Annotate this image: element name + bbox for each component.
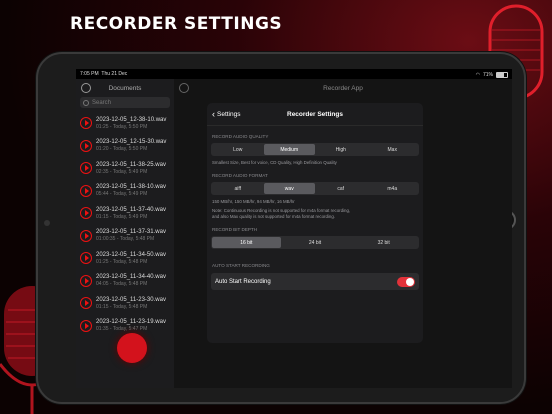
recording-name: 2023-12-05_12-15-30.wav [96,139,167,146]
bitdepth-section-label: RECORD BIT DEPTH [212,227,258,232]
format-option-aiff[interactable]: aiff [212,183,264,194]
battery-percent: 71% [482,72,493,78]
quality-option-max[interactable]: Max [367,144,419,155]
recording-name: 2023-12-05_11-34-50.wav [96,251,166,258]
back-label: Settings [217,110,241,118]
recording-meta: 01:25 - Today, 5:48 PM [96,258,148,265]
recording-meta: 01:15 - Today, 5:48 PM [96,303,148,310]
chevron-left-icon: ‹ [212,109,215,119]
status-time: 7:05 PM [80,71,99,77]
autostart-label: Auto Start Recording [215,278,271,285]
status-time-date: 7:05 PM Thu 21 Dec [80,71,127,79]
battery-icon [496,72,508,78]
format-option-wav[interactable]: wav [263,183,315,194]
status-bar: 7:05 PM Thu 21 Dec ◠ 71% [80,71,508,79]
format-segmented-control: aiff wav caf m4a [211,182,419,195]
sidebar: Documents Search 2023-12-05_12-38-10.wav… [76,79,174,388]
play-icon[interactable] [80,252,92,265]
play-icon[interactable] [80,117,92,130]
format-option-caf[interactable]: caf [315,183,367,194]
recording-list: 2023-12-05_12-38-10.wav 01:25 - Today, 5:… [76,112,174,337]
play-icon[interactable] [80,184,92,197]
format-option-m4a[interactable]: m4a [367,183,419,194]
list-item[interactable]: 2023-12-05_11-34-40.wav 04:05 - Today, 5:… [76,270,174,293]
play-icon[interactable] [80,319,92,332]
modal-nav-bar: ‹ Settings Recorder Settings [207,103,423,126]
back-button[interactable]: ‹ Settings [212,109,241,119]
recording-name: 2023-12-05_11-38-10.wav [96,184,166,191]
status-date: Thu 21 Dec [101,71,128,77]
bitdepth-segmented-control: 16 bit 24 bit 32 bit [211,236,419,249]
sidebar-title: Documents [108,84,142,92]
search-input[interactable]: Search [80,97,170,108]
play-icon[interactable] [80,207,92,220]
recording-meta: 01:35 - Today, 5:47 PM [96,326,148,333]
play-icon[interactable] [80,297,92,310]
list-item[interactable]: 2023-12-05_11-37-31.wav 01:00:35 - Today,… [76,225,174,248]
recording-name: 2023-12-05_11-37-40.wav [96,206,166,213]
ipad-frame: 7:05 PM Thu 21 Dec ◠ 71% Documents Searc… [36,52,526,404]
play-icon[interactable] [80,162,92,175]
settings-modal: ‹ Settings Recorder Settings RECORD AUDI… [207,103,423,343]
recording-name: 2023-12-05_11-38-25.wav [96,161,166,168]
quality-section-label: RECORD AUDIO QUALITY [212,134,269,139]
list-item[interactable]: 2023-12-05_12-15-30.wav 01:20 - Today, 5:… [76,135,174,158]
autostart-row: Auto Start Recording [211,273,419,290]
recording-meta: 01:00:35 - Today, 5:48 PM [96,236,155,243]
search-icon [83,99,89,106]
play-icon[interactable] [80,274,92,287]
recording-name: 2023-12-05_11-34-40.wav [96,274,166,281]
camera-icon [44,220,50,226]
recording-meta: 02:35 - Today, 5:49 PM [96,168,148,175]
recording-meta: 01:25 - Today, 5:50 PM [96,123,148,130]
main-header: Recorder App [174,79,512,97]
list-item[interactable]: 2023-12-05_12-38-10.wav 01:25 - Today, 5:… [76,112,174,135]
format-section-label: RECORD AUDIO FORMAT [212,173,268,178]
autostart-section-label: AUTO START RECORDING [212,263,270,268]
quality-option-high[interactable]: High [315,144,367,155]
wifi-icon: ◠ [475,72,480,78]
screen: 7:05 PM Thu 21 Dec ◠ 71% Documents Searc… [76,69,512,388]
recording-meta: 04:05 - Today, 5:48 PM [96,281,148,288]
sidebar-header: Documents [76,79,174,97]
quality-option-low[interactable]: Low [212,144,264,155]
recording-name: 2023-12-05_11-37-31.wav [96,229,166,236]
recording-meta: 01:15 - Today, 5:49 PM [96,213,148,220]
format-note-max: and also Max quality is not supported fo… [212,214,336,219]
play-icon[interactable] [80,139,92,152]
options-icon[interactable] [179,83,189,93]
recording-name: 2023-12-05_11-23-30.wav [96,296,166,303]
list-item[interactable]: 2023-12-05_11-38-10.wav 05:44 - Today, 5:… [76,180,174,203]
gear-icon[interactable] [81,83,91,93]
record-button[interactable] [117,333,147,363]
list-item[interactable]: 2023-12-05_11-38-25.wav 02:35 - Today, 5:… [76,157,174,180]
list-item[interactable]: 2023-12-05_11-37-40.wav 01:15 - Today, 5:… [76,202,174,225]
recording-name: 2023-12-05_12-38-10.wav [96,116,167,123]
list-item[interactable]: 2023-12-05_11-23-30.wav 01:15 - Today, 5:… [76,292,174,315]
autostart-toggle[interactable] [397,276,415,287]
bitdepth-option-32[interactable]: 32 bit [349,237,418,248]
recording-name: 2023-12-05_11-23-19.wav [96,319,166,326]
quality-option-medium[interactable]: Medium [263,144,315,155]
bitdepth-option-24[interactable]: 24 bit [281,237,350,248]
quality-note: Smallest Size, Best for voice, CD Qualit… [212,160,337,165]
list-item[interactable]: 2023-12-05_11-34-50.wav 01:25 - Today, 5:… [76,247,174,270]
bitdepth-option-16[interactable]: 16 bit [212,237,281,248]
search-placeholder: Search [92,99,112,106]
format-note-sizes: 150 MB/hr, 150 MB/hr, 94 MB/hr, 16 MB/hr [212,199,295,204]
recording-meta: 01:20 - Today, 5:50 PM [96,146,148,153]
recording-meta: 05:44 - Today, 5:49 PM [96,191,148,198]
quality-segmented-control: Low Medium High Max [211,143,419,156]
hero-title: RECORDER SETTINGS [70,14,283,34]
main-title: Recorder App [323,84,363,92]
play-icon[interactable] [80,229,92,242]
